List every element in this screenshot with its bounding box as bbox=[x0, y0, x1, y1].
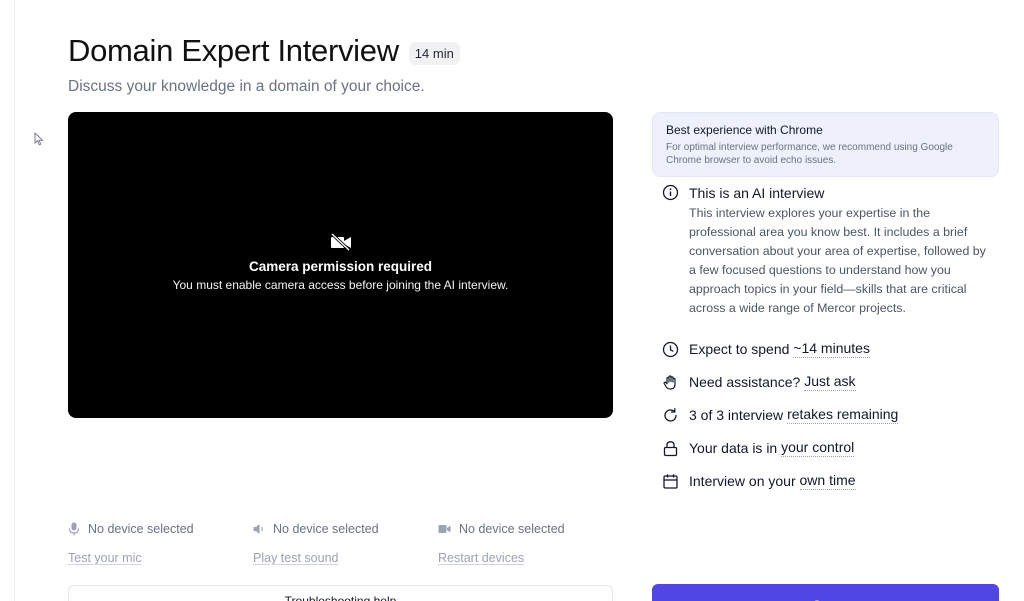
feature-retakes-highlight[interactable]: retakes remaining bbox=[787, 406, 899, 424]
page-title: Domain Expert Interview bbox=[68, 33, 399, 68]
chrome-notice: Best experience with Chrome For optimal … bbox=[652, 112, 999, 177]
speaker-status: No device selected bbox=[273, 522, 379, 536]
ai-interview-info: This is an AI interview This interview e… bbox=[662, 184, 1002, 318]
speaker-icon bbox=[253, 524, 263, 534]
feature-retakes-prefix: 3 of 3 interview bbox=[689, 407, 788, 423]
ai-interview-description: This interview explores your expertise i… bbox=[689, 206, 986, 315]
camera-status: No device selected bbox=[459, 522, 565, 536]
feature-list: Expect to spend ~14 minutes Need assista… bbox=[662, 339, 899, 504]
ai-interview-heading: This is an AI interview bbox=[662, 184, 1002, 201]
feature-own-time: Interview on your own time bbox=[662, 471, 898, 491]
ai-interview-title: This is an AI interview bbox=[689, 184, 825, 201]
feature-retakes: 3 of 3 interview retakes remaining bbox=[662, 405, 899, 425]
test-mic-link[interactable]: Test your mic bbox=[68, 551, 142, 565]
camera-off-icon bbox=[330, 232, 351, 251]
restart-devices-link[interactable]: Restart devices bbox=[438, 551, 524, 565]
troubleshooting-button[interactable]: Troubleshooting help bbox=[68, 585, 613, 601]
feature-duration-prefix: Expect to spend bbox=[689, 341, 794, 357]
microphone-status: No device selected bbox=[88, 522, 194, 536]
feature-data-control-prefix: Your data is in bbox=[689, 440, 782, 456]
retry-icon bbox=[664, 407, 677, 422]
feature-assistance-highlight[interactable]: Just ask bbox=[804, 373, 856, 391]
left-divider bbox=[14, 0, 15, 601]
video-camera-icon bbox=[438, 525, 451, 533]
chrome-notice-title: Best experience with Chrome bbox=[666, 123, 823, 137]
clock-icon bbox=[662, 341, 679, 357]
hand-icon bbox=[663, 374, 676, 390]
page-header: Domain Expert Interview 14 min bbox=[68, 33, 460, 69]
device-controls: No device selected Test your mic No devi… bbox=[68, 521, 623, 567]
camera-select[interactable]: No device selected bbox=[438, 521, 623, 537]
info-icon bbox=[662, 184, 679, 201]
lock-icon bbox=[663, 440, 678, 456]
play-test-sound-link[interactable]: Play test sound bbox=[253, 551, 338, 565]
microphone-select[interactable]: No device selected bbox=[68, 521, 253, 537]
feature-duration-highlight[interactable]: ~14 minutes bbox=[793, 340, 870, 358]
start-button[interactable]: Start bbox=[652, 584, 999, 601]
feature-own-time-prefix: Interview on your bbox=[689, 473, 800, 489]
duration-badge: 14 min bbox=[408, 41, 460, 65]
feature-data-control: Your data is in your control bbox=[662, 438, 898, 458]
camera-permission-message: You must enable camera access before joi… bbox=[172, 277, 509, 292]
mouse-cursor-icon bbox=[34, 132, 44, 146]
feature-own-time-highlight[interactable]: own time bbox=[799, 472, 856, 490]
chrome-notice-body: For optimal interview performance, we re… bbox=[666, 142, 953, 166]
camera-permission-title: Camera permission required bbox=[248, 258, 433, 274]
speaker-device: No device selected Play test sound bbox=[253, 521, 438, 567]
microphone-device: No device selected Test your mic bbox=[68, 521, 253, 567]
feature-data-control-highlight[interactable]: your control bbox=[781, 439, 855, 457]
camera-device: No device selected Restart devices bbox=[438, 521, 623, 567]
feature-assistance: Need assistance? Just ask bbox=[662, 372, 898, 392]
page-subtitle: Discuss your knowledge in a domain of yo… bbox=[68, 78, 425, 95]
feature-assistance-prefix: Need assistance? bbox=[689, 374, 805, 390]
speaker-select[interactable]: No device selected bbox=[253, 521, 438, 537]
video-preview: Camera permission required You must enab… bbox=[68, 112, 613, 418]
feature-duration: Expect to spend ~14 minutes bbox=[662, 339, 898, 359]
calendar-icon bbox=[663, 473, 678, 489]
microphone-icon bbox=[68, 522, 80, 536]
